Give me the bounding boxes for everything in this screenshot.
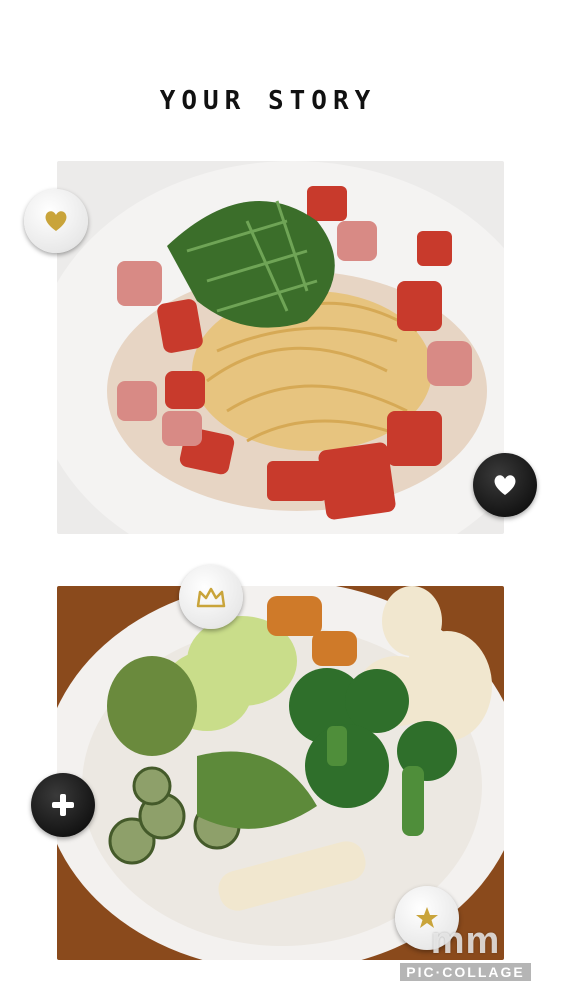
watermark-text: PIC·COLLAGE: [400, 963, 531, 981]
heart-icon: [494, 475, 516, 495]
add-badge[interactable]: [31, 773, 95, 837]
heart-icon: [45, 211, 67, 231]
crown-icon: [196, 587, 226, 608]
pasta-image: [57, 161, 504, 534]
gold-heart-badge[interactable]: [24, 189, 88, 253]
pasta-photo[interactable]: [57, 161, 504, 534]
pic-collage-watermark: mm PIC·COLLAGE: [383, 921, 548, 982]
plus-icon: [52, 794, 74, 816]
story-title: YOUR STORY: [159, 86, 377, 116]
watermark-logo: mm: [430, 920, 501, 962]
heart-badge[interactable]: [473, 453, 537, 517]
crown-badge[interactable]: [179, 565, 243, 629]
